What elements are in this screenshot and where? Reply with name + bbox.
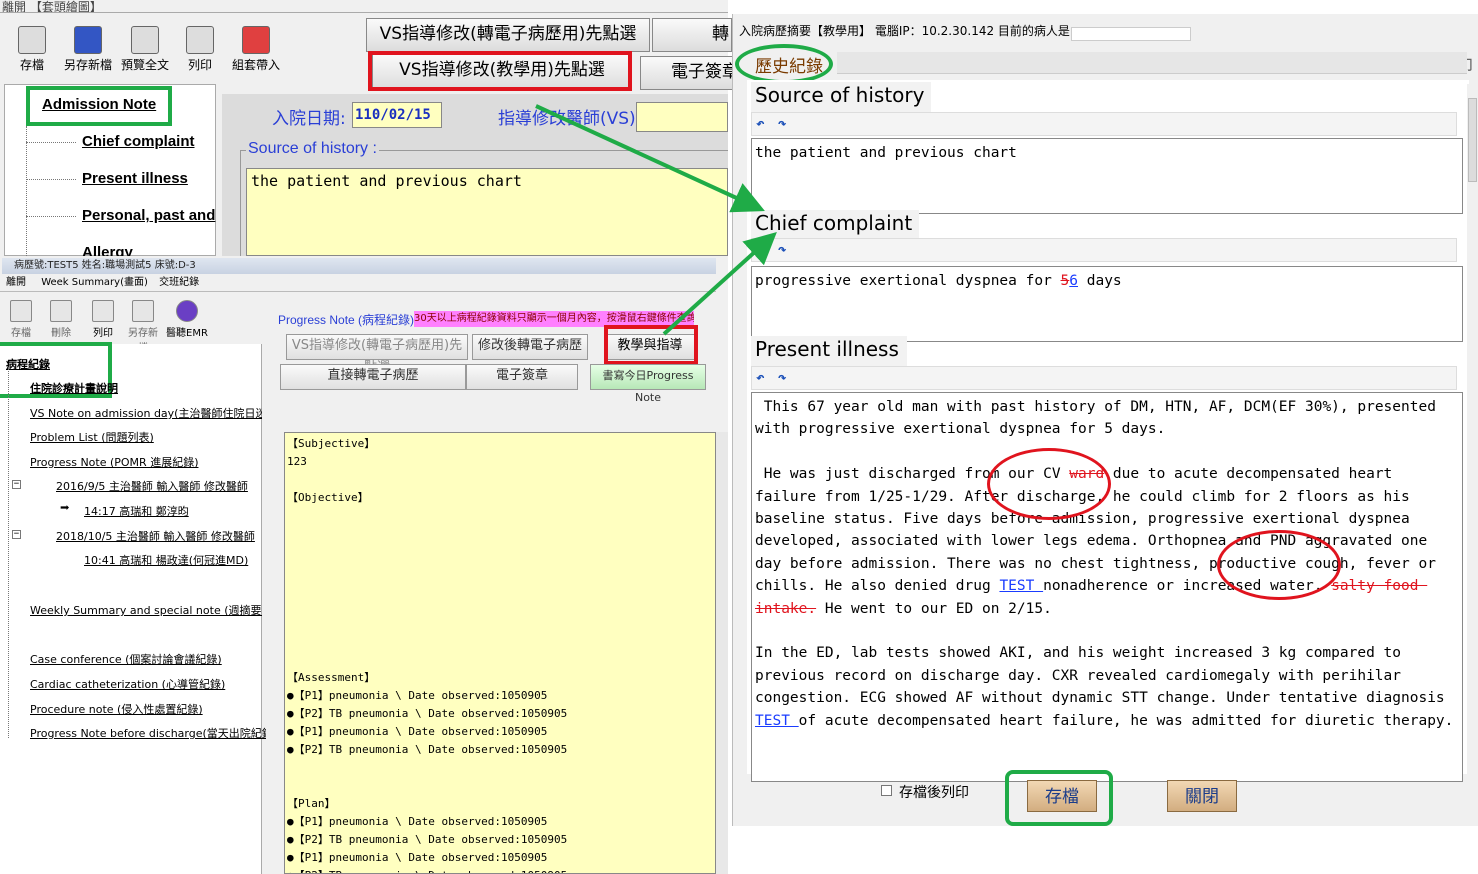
annotation-arrows (535, 104, 777, 336)
arrow-line-1 (535, 104, 765, 213)
arrow-line-2 (662, 231, 777, 336)
